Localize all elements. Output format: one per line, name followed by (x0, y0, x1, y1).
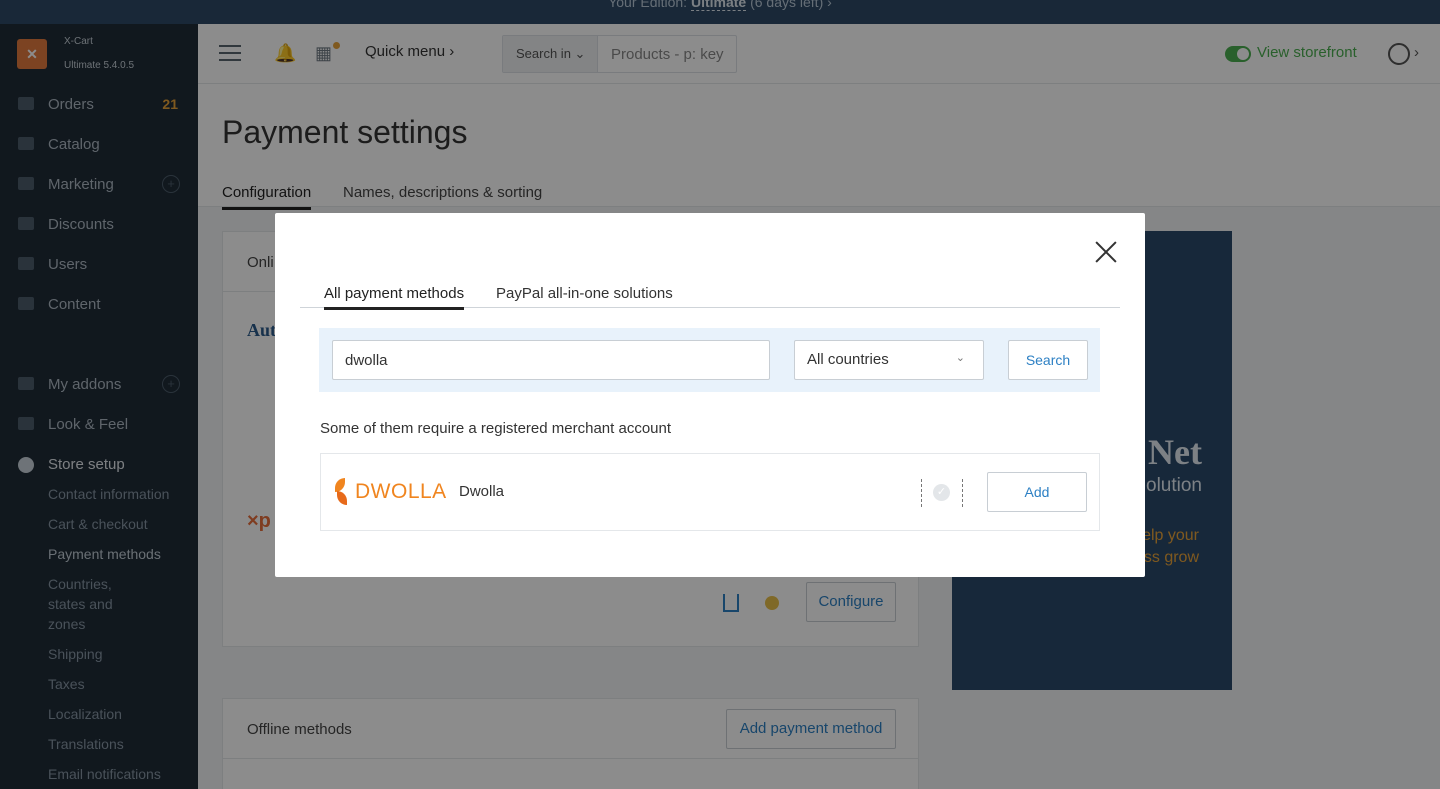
tab-all-payment-methods[interactable]: All payment methods (324, 285, 465, 310)
divider (962, 479, 963, 507)
close-icon[interactable] (1095, 241, 1117, 263)
list-item: DWOLLA Dwolla ✓ Add (320, 453, 1100, 531)
chevron-down-icon: ⌄ (955, 352, 965, 364)
dwolla-logo-text: DWOLLA (355, 480, 447, 503)
dwolla-logo: DWOLLA (333, 478, 447, 506)
country-select[interactable]: All countries ⌄ (794, 340, 984, 380)
merchant-account-note: Some of them require a registered mercha… (320, 420, 672, 437)
dwolla-mark-icon (333, 478, 349, 506)
payment-search-bar: All countries ⌄ Search (319, 328, 1100, 392)
country-select-value: All countries (807, 351, 889, 368)
payment-search-input[interactable] (332, 340, 770, 380)
payment-method-name: Dwolla (459, 483, 505, 500)
modal-tabs: All payment methods PayPal all-in-one so… (300, 285, 1120, 310)
tab-paypal-all-in-one[interactable]: PayPal all-in-one solutions (496, 285, 673, 307)
divider (921, 479, 922, 507)
check-icon: ✓ (933, 484, 950, 501)
search-button[interactable]: Search (1008, 340, 1088, 380)
add-payment-method-modal: All payment methods PayPal all-in-one so… (275, 213, 1145, 577)
add-button[interactable]: Add (987, 472, 1087, 512)
